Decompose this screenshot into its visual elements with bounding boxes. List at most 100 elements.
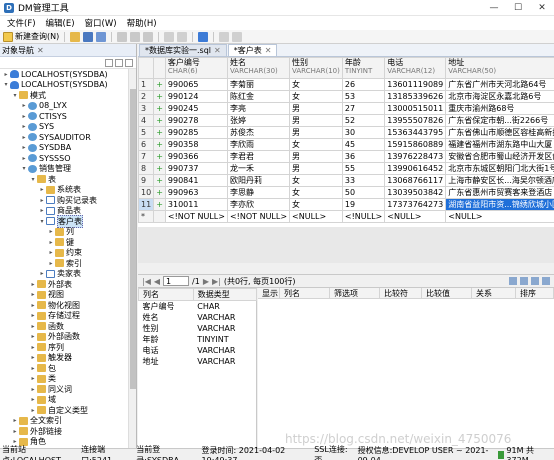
expand-row-icon[interactable]: + bbox=[153, 78, 166, 91]
table-cell[interactable]: 990285 bbox=[164, 126, 228, 139]
table-cell[interactable]: 男 bbox=[289, 102, 343, 115]
collapsed-arrow-icon[interactable]: ▸ bbox=[20, 155, 28, 162]
paste-icon[interactable] bbox=[143, 31, 154, 42]
tree-item[interactable]: ▸ 视图 bbox=[0, 290, 128, 301]
table-row[interactable]: 9 +990841 欧阳丹莉女 33 13068766117 上海市静安区长...海吴尔顿… bbox=[138, 174, 554, 187]
expand-row-icon[interactable]: + bbox=[153, 102, 166, 115]
table-cell[interactable]: 990245 bbox=[164, 102, 228, 115]
table-cell[interactable]: 13185339626 bbox=[384, 90, 447, 103]
collapsed-arrow-icon[interactable]: ▸ bbox=[2, 71, 10, 78]
table-cell[interactable]: 上海市静安区长...海吴尔顿酒店 bbox=[445, 174, 554, 187]
column-header[interactable]: 姓名 VARCHAR(30) bbox=[226, 57, 291, 79]
table-cell[interactable]: 45 bbox=[341, 138, 386, 151]
table-cell[interactable]: 15915860889 bbox=[384, 138, 447, 151]
collapsed-arrow-icon[interactable]: ▸ bbox=[38, 197, 46, 204]
filter-column-header[interactable]: 比较值 bbox=[422, 288, 472, 298]
tree-item[interactable]: ▸ 卖家表 bbox=[0, 269, 128, 280]
table-cell[interactable]: 13039503842 bbox=[384, 186, 447, 199]
tree-item[interactable]: ▾ 模式 bbox=[0, 90, 128, 101]
new-row[interactable]: * <!NOT NULL> <!NOT NULL> <NULL> <!NULL> <NUL… bbox=[138, 210, 554, 223]
filter-column-header[interactable]: 比较符 bbox=[380, 288, 422, 298]
tree-item[interactable]: ▸ 外部函数 bbox=[0, 332, 128, 343]
expand-row-icon[interactable]: + bbox=[153, 114, 166, 127]
save-icon[interactable] bbox=[83, 31, 94, 42]
table-cell[interactable]: 女 bbox=[289, 198, 343, 211]
refresh-icon[interactable] bbox=[531, 277, 539, 285]
tree-item[interactable]: ▸ SYSSSO bbox=[0, 153, 128, 164]
table-cell[interactable]: 湖南省益阳市资...锦绣欣城小区 bbox=[445, 198, 554, 211]
table-cell[interactable]: 990278 bbox=[164, 114, 228, 127]
collapsed-arrow-icon[interactable]: ▸ bbox=[29, 396, 37, 403]
table-cell[interactable]: 310011 bbox=[164, 198, 228, 211]
expand-row-icon[interactable]: + bbox=[153, 126, 166, 139]
tree-item[interactable]: ▸ 约束 bbox=[0, 248, 128, 259]
table-row[interactable]: 5+990285苏俊杰男3015363443795广东省佛山市顺德区容桂高新技术 bbox=[138, 126, 554, 139]
table-cell[interactable]: 男 bbox=[289, 162, 343, 175]
column-list-row[interactable]: 性别 VARCHAR bbox=[139, 323, 257, 334]
collapsed-arrow-icon[interactable]: ▸ bbox=[29, 291, 37, 298]
table-cell[interactable]: 男 bbox=[289, 126, 343, 139]
table-cell[interactable]: 北京市东城区朝阳门北大街1号 bbox=[445, 162, 554, 175]
column-header[interactable]: 客户编号 CHAR(6) bbox=[164, 57, 228, 79]
table-cell[interactable]: 李亮 bbox=[226, 102, 291, 115]
collapsed-arrow-icon[interactable]: ▸ bbox=[29, 354, 37, 361]
table-cell[interactable]: 990366 bbox=[164, 150, 228, 163]
table-cell[interactable]: 990124 bbox=[164, 90, 228, 103]
table-row[interactable]: 6 +990358 李欣雨女 45 15915860889 福建省福州市湖东路中山大厦 bbox=[138, 138, 554, 151]
table-cell[interactable]: 50 bbox=[341, 186, 386, 199]
expand-row-icon[interactable]: + bbox=[153, 150, 166, 163]
undo-icon[interactable] bbox=[164, 31, 175, 42]
table-cell[interactable]: 女 bbox=[289, 138, 343, 151]
expand-row-icon[interactable]: + bbox=[153, 162, 166, 175]
table-cell[interactable]: 17373764273 bbox=[384, 198, 447, 211]
column-list-row[interactable]: 客户编号 CHAR bbox=[139, 301, 257, 313]
collapsed-arrow-icon[interactable]: ▸ bbox=[11, 428, 19, 435]
table-cell[interactable]: 55 bbox=[341, 162, 386, 175]
collapsed-arrow-icon[interactable]: ▸ bbox=[38, 186, 46, 193]
collapsed-arrow-icon[interactable]: ▸ bbox=[47, 228, 55, 235]
close-button[interactable]: ✕ bbox=[530, 0, 554, 16]
filter-column-header[interactable]: 关系 bbox=[472, 288, 516, 298]
tree-item[interactable]: ▸ 索引 bbox=[0, 258, 128, 269]
collapsed-arrow-icon[interactable]: ▸ bbox=[29, 386, 37, 393]
new-row-cell[interactable]: <!NOT NULL> bbox=[226, 210, 291, 223]
collapsed-arrow-icon[interactable]: ▸ bbox=[20, 144, 28, 151]
column-list-row[interactable]: 年龄 TINYINT bbox=[139, 334, 257, 345]
tree-item[interactable]: ▾ LOCALHOST(SYSDBA) bbox=[0, 80, 128, 91]
table-row[interactable]: 11 +310011 李亦欣女 19 17373764273 湖南省益阳市资...锦绣欣城… bbox=[138, 198, 554, 211]
maximize-button[interactable]: ☐ bbox=[506, 0, 530, 16]
tree-item[interactable]: ▾ 客户表 bbox=[0, 214, 128, 228]
table-cell[interactable]: 13955507826 bbox=[384, 114, 447, 127]
table-cell[interactable]: 990963 bbox=[164, 186, 228, 199]
table-row[interactable]: 1 +990065 李菊丽女 26 13601119089 广东省广州市天河北路64号 bbox=[138, 78, 554, 91]
column-header[interactable]: 电话 VARCHAR(12) bbox=[384, 57, 447, 79]
collapsed-arrow-icon[interactable]: ▸ bbox=[29, 365, 37, 372]
table-cell[interactable]: 李欣雨 bbox=[226, 138, 291, 151]
table-row[interactable]: 7 +990366 李君君男 36 13976228473 安徽省合肥市蜀山经济开发区创 bbox=[138, 150, 554, 163]
collapsed-arrow-icon[interactable]: ▸ bbox=[29, 333, 37, 340]
table-row[interactable]: 3 +990245 李亮男 27 13000515011 重庆市渝州路68号 bbox=[138, 102, 554, 115]
menu-edit[interactable]: 编辑(E) bbox=[41, 17, 80, 29]
tab-close-icon[interactable]: ✕ bbox=[265, 46, 272, 55]
collapsed-arrow-icon[interactable]: ▸ bbox=[38, 270, 46, 277]
collapsed-arrow-icon[interactable]: ▸ bbox=[47, 239, 55, 246]
first-page-button[interactable]: |◀ bbox=[142, 277, 151, 286]
table-cell[interactable]: 龙一禾 bbox=[226, 162, 291, 175]
table-cell[interactable]: 李菊丽 bbox=[226, 78, 291, 91]
table-cell[interactable]: 女 bbox=[289, 90, 343, 103]
table-cell[interactable]: 女 bbox=[289, 186, 343, 199]
table-cell[interactable]: 15363443795 bbox=[384, 126, 447, 139]
tab-close-icon[interactable]: ✕ bbox=[214, 46, 221, 55]
new-row-cell[interactable]: <NULL> bbox=[384, 210, 447, 223]
expand-row-icon[interactable]: + bbox=[153, 174, 166, 187]
table-cell[interactable]: 990737 bbox=[164, 162, 228, 175]
table-cell[interactable]: 36 bbox=[341, 150, 386, 163]
menu-icon[interactable] bbox=[125, 58, 133, 67]
redo-icon[interactable] bbox=[177, 31, 188, 42]
collapsed-arrow-icon[interactable]: ▸ bbox=[11, 417, 19, 424]
column-list-row[interactable]: 姓名 VARCHAR bbox=[139, 312, 257, 323]
next-page-button[interactable]: ▶ bbox=[203, 277, 209, 286]
table-cell[interactable]: 990358 bbox=[164, 138, 228, 151]
table-cell[interactable]: 男 bbox=[289, 114, 343, 127]
table-row[interactable]: 10 +990963 李思静女 50 13039503842 广东省惠州市贸赛客来登酒店 bbox=[138, 186, 554, 199]
